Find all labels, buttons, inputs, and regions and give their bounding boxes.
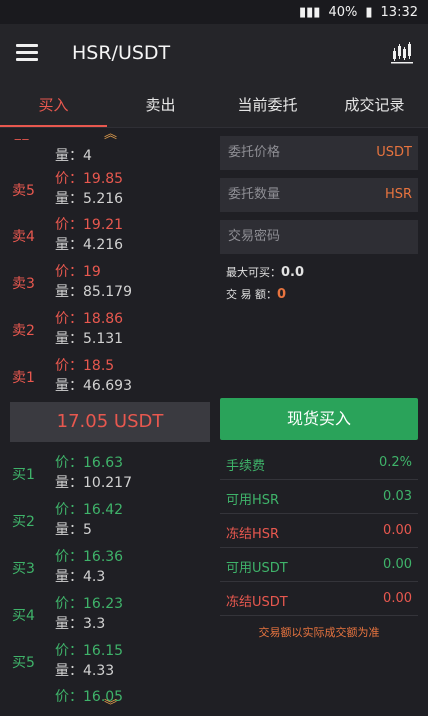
sell-qty: 量：5.131: [55, 331, 124, 347]
fee-value: 0.2%: [378, 455, 412, 470]
max-buy-label: 最大可买：: [226, 266, 281, 279]
buy-level-label: 买3: [12, 561, 35, 577]
sell-qty: 量：5.216: [55, 191, 124, 207]
hamburger-menu-icon[interactable]: [16, 44, 38, 62]
password-input-placeholder: 交易密码: [228, 229, 281, 244]
available-usdt-value: 0.00: [383, 557, 412, 572]
order-book: ︽ ‒‒ 量：4 卖5 价：19.85 量：5.216 卖4 价：19.21 量…: [0, 128, 210, 716]
buy-level-label: 买5: [12, 655, 35, 671]
battery-icon: ▮: [365, 4, 373, 20]
chevron-down-icon[interactable]: ︾: [104, 700, 117, 713]
frozen-hsr-row: 冻结HSR 0.00: [220, 514, 418, 548]
buy-qty: 量：5: [55, 522, 92, 538]
page-title: HSR/USDT: [72, 42, 171, 64]
sell-price: 价：19: [55, 264, 101, 280]
buy-level-label: 买2: [12, 514, 35, 530]
trade-note: 交易额以实际成交额为准: [258, 626, 380, 639]
buy-row-5[interactable]: 买5 价：16.15 量：4.33: [0, 638, 210, 684]
frozen-hsr-label: 冻结HSR: [226, 527, 280, 542]
sell-qty: 量：4.216: [55, 237, 124, 253]
frozen-hsr-value: 0.00: [383, 523, 412, 538]
max-buy-value: 0.0: [281, 265, 305, 280]
buy-row-4[interactable]: 买4 价：16.23 量：3.3: [0, 591, 210, 637]
buy-qty: 量：10.217: [55, 475, 132, 491]
max-buy: 最大可买：0.0: [226, 264, 304, 280]
buy-qty: 量：4.33: [55, 663, 115, 679]
sell-level-label: 卖3: [12, 276, 35, 292]
sell-price: 价：18.86: [55, 311, 124, 327]
available-usdt-label: 可用USDT: [226, 561, 288, 576]
sell-qty: 量：85.179: [55, 284, 132, 300]
buy-qty: 量：4.3: [55, 569, 106, 585]
buy-row-1[interactable]: 买1 价：16.63 量：10.217: [0, 450, 210, 496]
price-input-placeholder: 委托价格: [228, 145, 281, 160]
current-price: 17.05 USDT: [10, 402, 210, 442]
sell-level-label: 卖5: [12, 183, 35, 199]
frozen-usdt-row: 冻结USDT 0.00: [220, 582, 418, 616]
signal-icon: ▮▮▮: [299, 4, 321, 20]
available-hsr-row: 可用HSR 0.03: [220, 480, 418, 514]
sell-price: 价：18.5: [55, 358, 115, 374]
sell-row-4[interactable]: 卖4 价：19.21 量：4.216: [0, 212, 210, 258]
buy-row-2[interactable]: 买2 价：16.42 量：5: [0, 497, 210, 543]
buy-row-3[interactable]: 买3 价：16.36 量：4.3: [0, 544, 210, 590]
quantity-input-placeholder: 委托数量: [228, 187, 281, 202]
price-input[interactable]: 委托价格 USDT: [220, 136, 418, 170]
trade-tabs: 买入 卖出 当前委托 成交记录: [0, 84, 428, 128]
status-bar: ▮▮▮ 40% ▮ 13:32: [0, 0, 428, 24]
buy-price: 价：16.42: [55, 502, 124, 518]
sell-qty: 量：46.693: [55, 378, 132, 394]
frozen-usdt-value: 0.00: [383, 591, 412, 606]
buy-level-label: 买1: [12, 467, 35, 483]
sell-row-3[interactable]: 卖3 价：19 量：85.179: [0, 259, 210, 305]
sell-qty: 量：4: [55, 148, 92, 164]
trade-amount: 交 易 额：0: [226, 286, 286, 302]
available-hsr-value: 0.03: [383, 489, 412, 504]
sell-row-2[interactable]: 卖2 价：18.86 量：5.131: [0, 306, 210, 352]
trade-amount-value: 0: [277, 287, 287, 302]
tab-current-orders[interactable]: 当前委托: [214, 84, 321, 127]
sell-price: 价：19.21: [55, 217, 124, 233]
sell-level-label: 卖4: [12, 229, 35, 245]
battery-level: 40%: [328, 4, 358, 20]
quantity-input[interactable]: 委托数量 HSR: [220, 178, 418, 212]
sell-level-label: 卖1: [12, 370, 35, 386]
spot-buy-button[interactable]: 现货买入: [220, 398, 418, 440]
fee-label: 手续费: [226, 459, 266, 474]
buy-price: 价：16.15: [55, 643, 124, 659]
buy-level-label: 买4: [12, 608, 35, 624]
buy-price: 价：16.23: [55, 596, 124, 612]
tab-sell[interactable]: 卖出: [107, 84, 214, 127]
price-unit: USDT: [376, 145, 412, 160]
sell-level-label: 卖2: [12, 323, 35, 339]
frozen-usdt-label: 冻结USDT: [226, 595, 288, 610]
buy-price: 价：16.63: [55, 455, 124, 471]
available-usdt-row: 可用USDT 0.00: [220, 548, 418, 582]
order-form: 委托价格 USDT 委托数量 HSR 交易密码 最大可买：0.0 交 易 额：0…: [220, 128, 420, 716]
sell-row-1[interactable]: 卖1 价：18.5 量：46.693: [0, 353, 210, 399]
clock: 13:32: [380, 4, 418, 20]
buy-price: 价：16.36: [55, 549, 124, 565]
sell-price: 价：19.85: [55, 171, 124, 187]
available-hsr-label: 可用HSR: [226, 493, 280, 508]
buy-qty: 量：3.3: [55, 616, 106, 632]
password-input[interactable]: 交易密码: [220, 220, 418, 254]
tab-buy[interactable]: 买入: [0, 84, 107, 127]
fee-row: 手续费 0.2%: [220, 446, 418, 480]
partial-label-icon: ‒‒: [14, 132, 30, 146]
quantity-unit: HSR: [384, 187, 412, 202]
candlestick-chart-icon[interactable]: [390, 42, 414, 64]
trade-amount-label: 交 易 额：: [226, 288, 277, 301]
app-bar: HSR/USDT: [0, 24, 428, 84]
sell-row-5[interactable]: 卖5 价：19.85 量：5.216: [0, 166, 210, 212]
tab-trade-history[interactable]: 成交记录: [321, 84, 428, 127]
